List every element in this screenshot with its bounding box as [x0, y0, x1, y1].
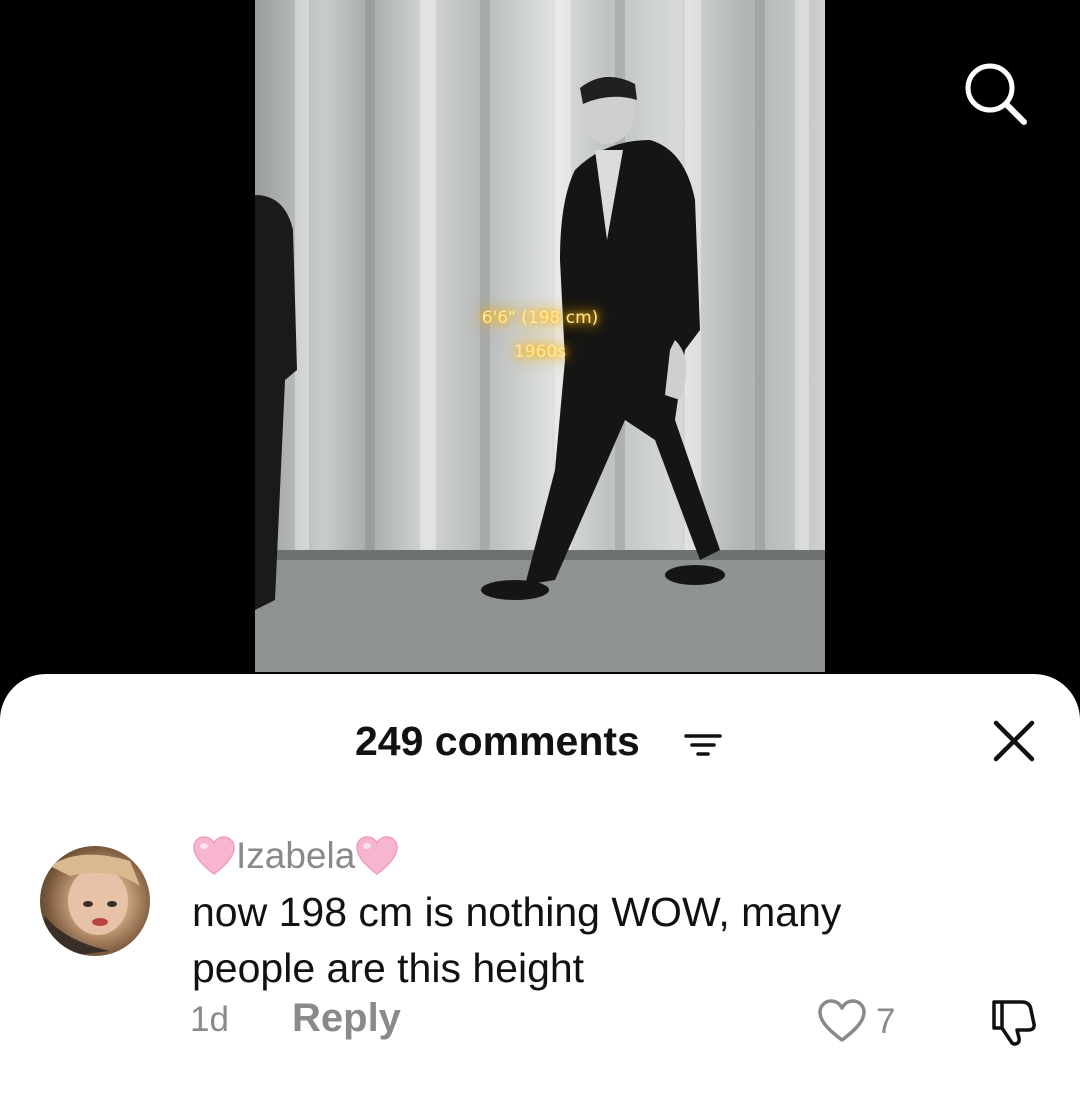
thumbs-down-icon[interactable]: [988, 996, 1040, 1046]
avatar[interactable]: [40, 846, 150, 956]
comment-item: Izabela now 198 cm is nothing WOW, many …: [0, 834, 1080, 1104]
video-player[interactable]: 6'6" (198 cm) 1960s: [255, 0, 825, 672]
screen: 6'6" (198 cm) 1960s 249 comments Izabela…: [0, 0, 1080, 1118]
video-era-caption: 1960s: [513, 342, 567, 362]
comment-text: now 198 cm is nothing WOW, many people a…: [192, 889, 842, 991]
like-count: 7: [876, 1002, 896, 1041]
filter-sort-icon[interactable]: [684, 730, 724, 760]
comments-header: 249 comments: [0, 716, 1080, 766]
reply-button[interactable]: Reply: [292, 996, 401, 1041]
pink-heart-emoji-icon: [355, 836, 399, 876]
search-icon[interactable]: [960, 58, 1032, 130]
comment-username-label: Izabela: [236, 835, 356, 876]
heart-outline-icon[interactable]: [816, 998, 868, 1044]
pink-heart-emoji-icon: [192, 836, 236, 876]
comment-timestamp: 1d: [190, 1000, 229, 1039]
close-icon[interactable]: [990, 717, 1038, 765]
video-frame: [255, 0, 825, 672]
comments-title: 249 comments: [355, 718, 640, 764]
video-height-caption: 6'6" (198 cm): [481, 308, 599, 328]
comment-username[interactable]: Izabela: [192, 834, 399, 878]
comments-sheet: 249 comments Izabela now 198 cm is nothi…: [0, 674, 1080, 1118]
